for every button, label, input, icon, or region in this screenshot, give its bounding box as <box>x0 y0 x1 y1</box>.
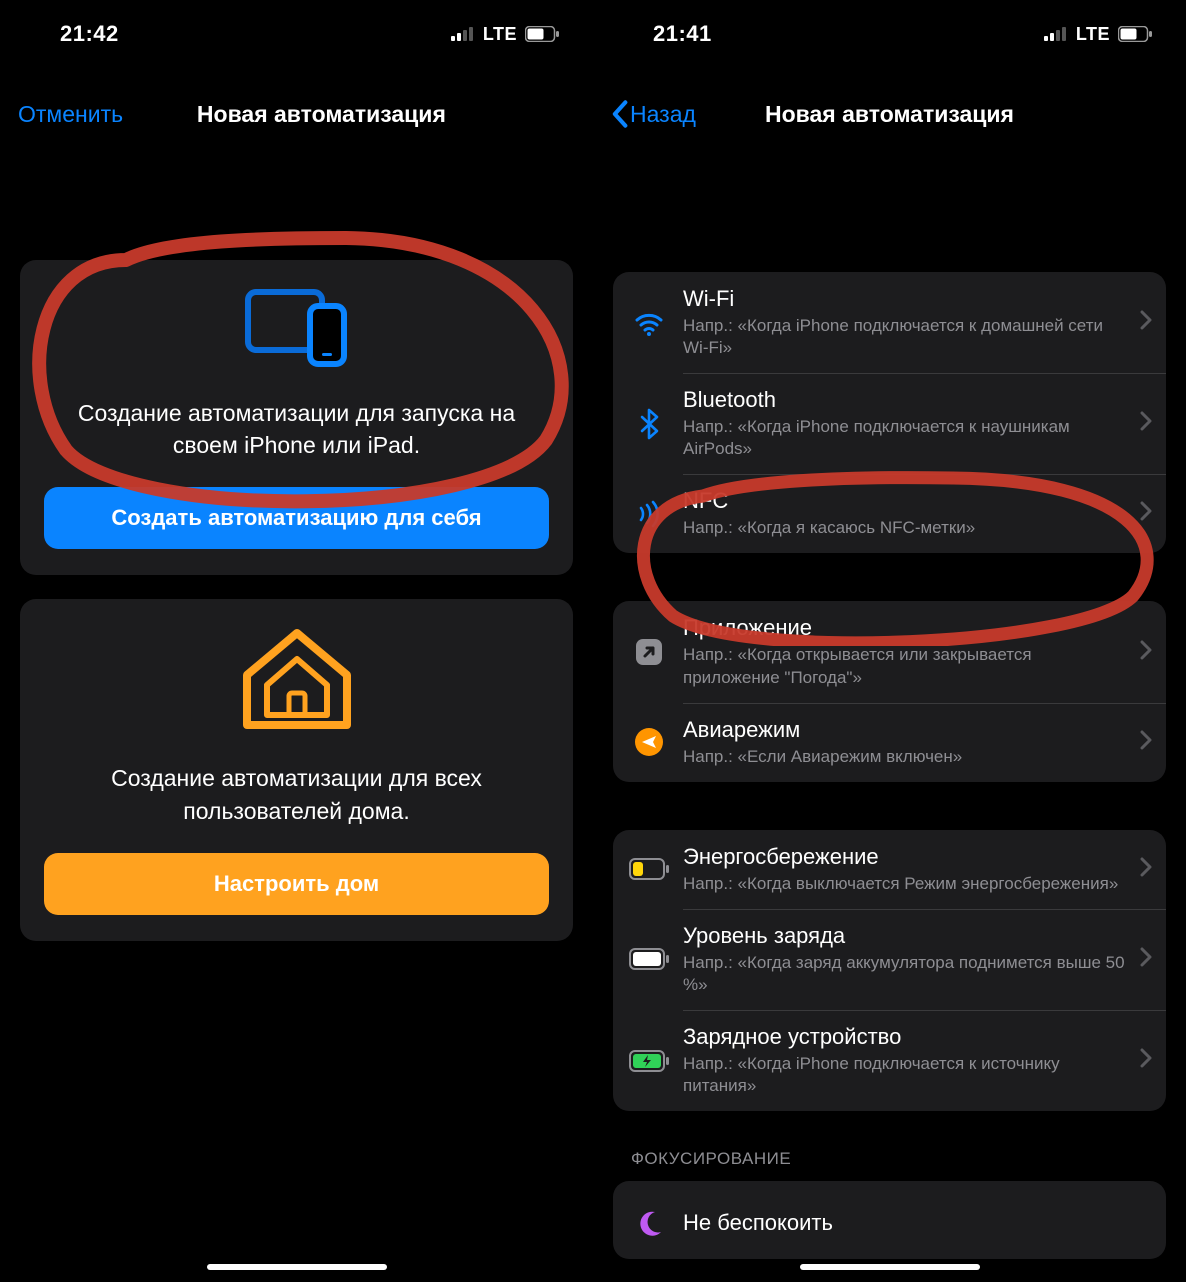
nav-bar: Отменить Новая автоматизация <box>0 68 593 164</box>
trigger-app[interactable]: Приложение Напр.: «Когда открывается или… <box>613 601 1166 702</box>
network-label: LTE <box>1076 24 1110 45</box>
row-sub: Напр.: «Когда выключается Режим энергосб… <box>683 873 1132 895</box>
chevron-right-icon <box>1140 310 1152 335</box>
home-indicator[interactable] <box>207 1264 387 1270</box>
screen-left: 21:42 LTE Отменить Новая автомати <box>0 0 593 1282</box>
app-icon <box>627 636 671 668</box>
row-title: Зарядное устройство <box>683 1024 1132 1050</box>
trigger-do-not-disturb[interactable]: Не беспокоить <box>613 1181 1166 1259</box>
home-automation-card: Создание автоматизации для всех пользова… <box>20 599 573 940</box>
row-sub: Напр.: «Когда iPhone подключается к дома… <box>683 315 1132 359</box>
trigger-group-network: Wi-Fi Напр.: «Когда iPhone подключается … <box>613 272 1166 553</box>
row-title: Bluetooth <box>683 387 1132 413</box>
trigger-group-focus: Не беспокоить <box>613 1181 1166 1259</box>
low-power-icon <box>627 858 671 880</box>
chevron-right-icon <box>1140 411 1152 436</box>
home-card-desc: Создание автоматизации для всех пользова… <box>50 762 543 826</box>
status-time: 21:42 <box>60 21 119 47</box>
trigger-charger[interactable]: Зарядное устройство Напр.: «Когда iPhone… <box>613 1010 1166 1111</box>
personal-card-desc: Создание автоматизации для запуска на св… <box>50 397 543 461</box>
row-sub: Напр.: «Когда я касаюсь NFC-метки» <box>683 517 1132 539</box>
row-sub: Напр.: «Когда открывается или закрываетс… <box>683 644 1132 688</box>
create-personal-automation-button[interactable]: Создать автоматизацию для себя <box>44 487 549 549</box>
personal-automation-card: Создание автоматизации для запуска на св… <box>20 260 573 575</box>
home-indicator[interactable] <box>800 1264 980 1270</box>
row-sub: Напр.: «Когда iPhone подключается к науш… <box>683 416 1132 460</box>
trigger-group-app: Приложение Напр.: «Когда открывается или… <box>613 601 1166 781</box>
cancel-button[interactable]: Отменить <box>18 101 123 128</box>
focus-section-header: ФОКУСИРОВАНИЕ <box>631 1149 1148 1169</box>
status-right: LTE <box>451 24 559 45</box>
nfc-icon <box>627 498 671 530</box>
signal-icon <box>1044 27 1068 41</box>
status-time: 21:41 <box>653 21 712 47</box>
status-bar: 21:41 LTE <box>593 0 1186 68</box>
trigger-wifi[interactable]: Wi-Fi Напр.: «Когда iPhone подключается … <box>613 272 1166 373</box>
page-title: Новая автоматизация <box>197 101 446 128</box>
trigger-airplane[interactable]: Авиарежим Напр.: «Если Авиарежим включен… <box>613 703 1166 782</box>
battery-icon <box>1118 26 1152 42</box>
wifi-icon <box>627 307 671 339</box>
trigger-battery-level[interactable]: Уровень заряда Напр.: «Когда заряд аккум… <box>613 909 1166 1010</box>
row-title: Wi-Fi <box>683 286 1132 312</box>
trigger-group-power: Энергосбережение Напр.: «Когда выключает… <box>613 830 1166 1111</box>
devices-icon <box>242 286 352 375</box>
battery-level-icon <box>627 948 671 970</box>
chevron-right-icon <box>1140 640 1152 665</box>
page-title: Новая автоматизация <box>765 101 1014 128</box>
chevron-right-icon <box>1140 730 1152 755</box>
row-title: Уровень заряда <box>683 923 1132 949</box>
home-icon <box>237 625 357 740</box>
status-bar: 21:42 LTE <box>0 0 593 68</box>
setup-home-button[interactable]: Настроить дом <box>44 853 549 915</box>
chevron-right-icon <box>1140 501 1152 526</box>
bluetooth-icon <box>627 408 671 440</box>
screen-right: 21:41 LTE <box>593 0 1186 1282</box>
row-sub: Напр.: «Если Авиарежим включен» <box>683 746 1132 768</box>
chevron-right-icon <box>1140 1048 1152 1073</box>
chevron-right-icon <box>1140 857 1152 882</box>
row-sub: Напр.: «Когда iPhone подключается к исто… <box>683 1053 1132 1097</box>
signal-icon <box>451 27 475 41</box>
network-label: LTE <box>483 24 517 45</box>
nav-bar: Назад Новая автоматизация <box>593 68 1186 164</box>
back-label: Назад <box>630 101 696 128</box>
trigger-bluetooth[interactable]: Bluetooth Напр.: «Когда iPhone подключае… <box>613 373 1166 474</box>
row-title: Не беспокоить <box>683 1210 1152 1236</box>
row-sub: Напр.: «Когда заряд аккумулятора подниме… <box>683 952 1132 996</box>
chevron-left-icon <box>611 100 628 128</box>
back-button[interactable]: Назад <box>611 100 696 128</box>
trigger-nfc[interactable]: NFC Напр.: «Когда я касаюсь NFC-метки» <box>613 474 1166 553</box>
battery-icon <box>525 26 559 42</box>
row-title: Авиарежим <box>683 717 1132 743</box>
row-title: NFC <box>683 488 1132 514</box>
trigger-low-power[interactable]: Энергосбережение Напр.: «Когда выключает… <box>613 830 1166 909</box>
chevron-right-icon <box>1140 947 1152 972</box>
charger-icon <box>627 1050 671 1072</box>
status-right: LTE <box>1044 24 1152 45</box>
moon-icon <box>627 1208 671 1240</box>
airplane-icon <box>627 726 671 758</box>
row-title: Энергосбережение <box>683 844 1132 870</box>
row-title: Приложение <box>683 615 1132 641</box>
